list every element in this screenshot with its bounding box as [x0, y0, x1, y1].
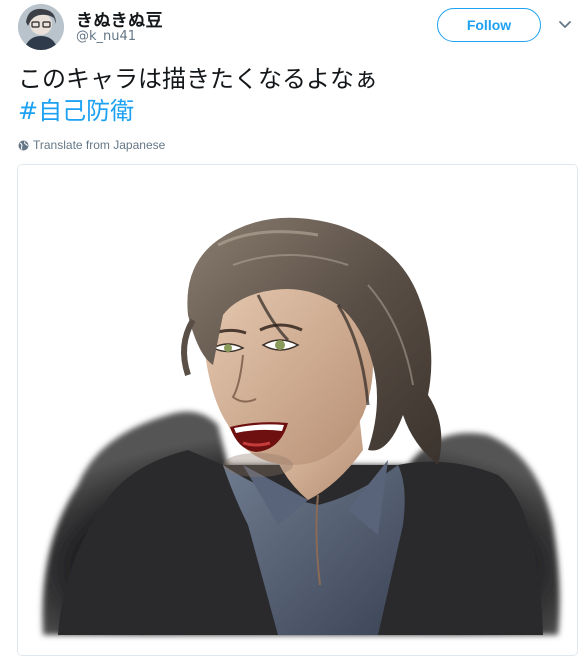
- chevron-down-icon[interactable]: [556, 16, 574, 34]
- follow-button[interactable]: Follow: [437, 8, 541, 42]
- avatar-image: [18, 4, 64, 50]
- avatar[interactable]: [18, 4, 64, 50]
- media-image[interactable]: [17, 164, 578, 656]
- display-name[interactable]: きぬきぬ豆: [76, 6, 163, 31]
- tweet-card: きぬきぬ豆 @k_nu41 Follow このキャラは描きたくなるよなぁ #自己…: [0, 0, 586, 665]
- tweet-text: このキャラは描きたくなるよなぁ: [18, 65, 378, 93]
- user-handle[interactable]: @k_nu41: [76, 29, 136, 44]
- translate-link[interactable]: Translate from Japanese: [18, 138, 165, 152]
- translate-label: Translate from Japanese: [33, 138, 166, 152]
- character-illustration: [18, 165, 577, 655]
- hashtag-link[interactable]: #自己防衛: [18, 96, 134, 126]
- globe-icon: [18, 140, 29, 151]
